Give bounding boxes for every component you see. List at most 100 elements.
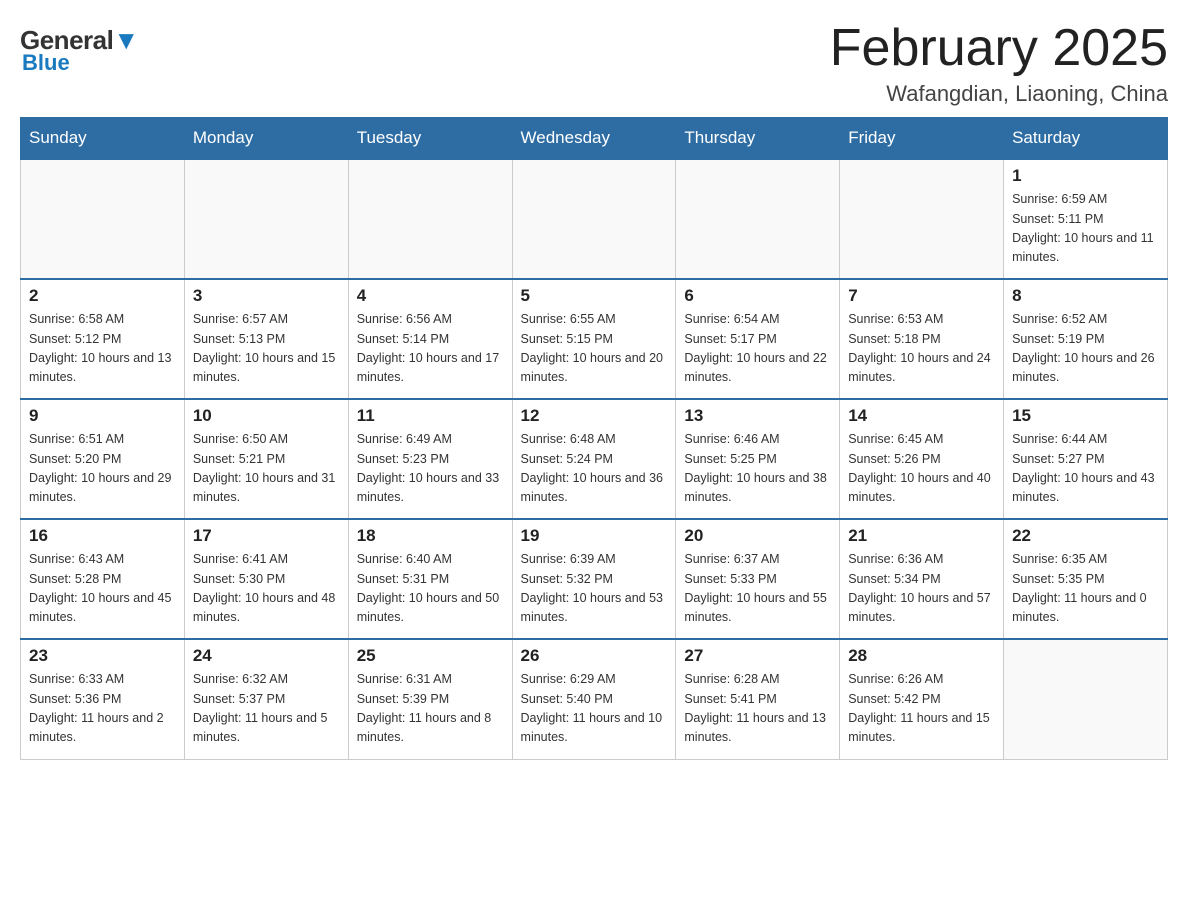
day-number-6: 6 [684, 286, 831, 306]
day-info-3: Sunrise: 6:57 AMSunset: 5:13 PMDaylight:… [193, 310, 340, 388]
day-number-18: 18 [357, 526, 504, 546]
calendar-cell-w2-d4: 13 Sunrise: 6:46 AMSunset: 5:25 PMDayligh… [676, 399, 840, 519]
day-number-4: 4 [357, 286, 504, 306]
day-info-23: Sunrise: 6:33 AMSunset: 5:36 PMDaylight:… [29, 670, 176, 748]
calendar-cell-w4-d4: 27 Sunrise: 6:28 AMSunset: 5:41 PMDayligh… [676, 639, 840, 759]
day-number-13: 13 [684, 406, 831, 426]
calendar-cell-w3-d3: 19 Sunrise: 6:39 AMSunset: 5:32 PMDayligh… [512, 519, 676, 639]
calendar-cell-w2-d6: 15Sunrise: 6:44 AMSunset: 5:27 PMDayligh… [1004, 399, 1168, 519]
day-info-5: Sunrise: 6:55 AMSunset: 5:15 PMDaylight:… [521, 310, 668, 388]
day-number-8: 8 [1012, 286, 1159, 306]
day-info-15: Sunrise: 6:44 AMSunset: 5:27 PMDaylight:… [1012, 430, 1159, 508]
calendar-cell-w4-d6 [1004, 639, 1168, 759]
col-wednesday: Wednesday [512, 118, 676, 160]
logo: General▼ Blue [20, 20, 139, 76]
day-number-9: 9 [29, 406, 176, 426]
col-tuesday: Tuesday [348, 118, 512, 160]
day-number-21: 21 [848, 526, 995, 546]
day-info-21: Sunrise: 6:36 AMSunset: 5:34 PMDaylight:… [848, 550, 995, 628]
day-info-2: Sunrise: 6:58 AMSunset: 5:12 PMDaylight:… [29, 310, 176, 388]
page-header: General▼ Blue February 2025 Wafangdian, … [20, 20, 1168, 107]
col-monday: Monday [184, 118, 348, 160]
day-info-18: Sunrise: 6:40 AMSunset: 5:31 PMDaylight:… [357, 550, 504, 628]
calendar-cell-w3-d6: 22 Sunrise: 6:35 AMSunset: 5:35 PMDayligh… [1004, 519, 1168, 639]
day-info-20: Sunrise: 6:37 AMSunset: 5:33 PMDaylight:… [684, 550, 831, 628]
day-info-16: Sunrise: 6:43 AMSunset: 5:28 PMDaylight:… [29, 550, 176, 628]
day-info-9: Sunrise: 6:51 AMSunset: 5:20 PMDaylight:… [29, 430, 176, 508]
logo-blue-text: Blue [22, 50, 70, 76]
day-number-1: 1 [1012, 166, 1159, 186]
calendar-cell-w1-d3: 5 Sunrise: 6:55 AMSunset: 5:15 PMDaylight… [512, 279, 676, 399]
day-info-17: Sunrise: 6:41 AMSunset: 5:30 PMDaylight:… [193, 550, 340, 628]
location-subtitle: Wafangdian, Liaoning, China [830, 81, 1168, 107]
calendar-cell-w1-d5: 7Sunrise: 6:53 AMSunset: 5:18 PMDaylight… [840, 279, 1004, 399]
day-number-27: 27 [684, 646, 831, 666]
col-thursday: Thursday [676, 118, 840, 160]
calendar-cell-w4-d3: 26Sunrise: 6:29 AMSunset: 5:40 PMDayligh… [512, 639, 676, 759]
week-row-0: 1 Sunrise: 6:59 AMSunset: 5:11 PMDaylight… [21, 159, 1168, 279]
calendar-cell-w4-d2: 25 Sunrise: 6:31 AMSunset: 5:39 PMDayligh… [348, 639, 512, 759]
day-number-19: 19 [521, 526, 668, 546]
calendar-cell-w3-d2: 18 Sunrise: 6:40 AMSunset: 5:31 PMDayligh… [348, 519, 512, 639]
month-year-title: February 2025 [830, 20, 1168, 77]
day-info-8: Sunrise: 6:52 AMSunset: 5:19 PMDaylight:… [1012, 310, 1159, 388]
col-saturday: Saturday [1004, 118, 1168, 160]
calendar-cell-w3-d4: 20 Sunrise: 6:37 AMSunset: 5:33 PMDayligh… [676, 519, 840, 639]
day-number-25: 25 [357, 646, 504, 666]
calendar-body: 1 Sunrise: 6:59 AMSunset: 5:11 PMDaylight… [21, 159, 1168, 759]
day-info-13: Sunrise: 6:46 AMSunset: 5:25 PMDaylight:… [684, 430, 831, 508]
day-number-3: 3 [193, 286, 340, 306]
day-number-23: 23 [29, 646, 176, 666]
day-info-27: Sunrise: 6:28 AMSunset: 5:41 PMDaylight:… [684, 670, 831, 748]
calendar-cell-w0-d0 [21, 159, 185, 279]
calendar-cell-w3-d1: 17 Sunrise: 6:41 AMSunset: 5:30 PMDayligh… [184, 519, 348, 639]
calendar-cell-w2-d5: 14Sunrise: 6:45 AMSunset: 5:26 PMDayligh… [840, 399, 1004, 519]
day-number-2: 2 [29, 286, 176, 306]
calendar-cell-w2-d3: 12Sunrise: 6:48 AMSunset: 5:24 PMDayligh… [512, 399, 676, 519]
calendar-cell-w3-d5: 21 Sunrise: 6:36 AMSunset: 5:34 PMDayligh… [840, 519, 1004, 639]
calendar-cell-w1-d0: 2 Sunrise: 6:58 AMSunset: 5:12 PMDaylight… [21, 279, 185, 399]
calendar-cell-w1-d2: 4Sunrise: 6:56 AMSunset: 5:14 PMDaylight… [348, 279, 512, 399]
calendar-cell-w0-d4 [676, 159, 840, 279]
week-row-3: 16 Sunrise: 6:43 AMSunset: 5:28 PMDayligh… [21, 519, 1168, 639]
day-info-6: Sunrise: 6:54 AMSunset: 5:17 PMDaylight:… [684, 310, 831, 388]
day-number-28: 28 [848, 646, 995, 666]
day-number-17: 17 [193, 526, 340, 546]
day-info-12: Sunrise: 6:48 AMSunset: 5:24 PMDaylight:… [521, 430, 668, 508]
calendar-cell-w3-d0: 16 Sunrise: 6:43 AMSunset: 5:28 PMDayligh… [21, 519, 185, 639]
day-number-20: 20 [684, 526, 831, 546]
day-number-24: 24 [193, 646, 340, 666]
calendar-cell-w2-d1: 10Sunrise: 6:50 AMSunset: 5:21 PMDayligh… [184, 399, 348, 519]
calendar-cell-w0-d3 [512, 159, 676, 279]
calendar-cell-w4-d5: 28 Sunrise: 6:26 AMSunset: 5:42 PMDayligh… [840, 639, 1004, 759]
day-number-5: 5 [521, 286, 668, 306]
day-info-25: Sunrise: 6:31 AMSunset: 5:39 PMDaylight:… [357, 670, 504, 748]
day-number-14: 14 [848, 406, 995, 426]
calendar-cell-w4-d0: 23 Sunrise: 6:33 AMSunset: 5:36 PMDayligh… [21, 639, 185, 759]
day-info-24: Sunrise: 6:32 AMSunset: 5:37 PMDaylight:… [193, 670, 340, 748]
calendar-header: Sunday Monday Tuesday Wednesday Thursday… [21, 118, 1168, 160]
day-info-22: Sunrise: 6:35 AMSunset: 5:35 PMDaylight:… [1012, 550, 1159, 628]
day-info-19: Sunrise: 6:39 AMSunset: 5:32 PMDaylight:… [521, 550, 668, 628]
week-row-1: 2 Sunrise: 6:58 AMSunset: 5:12 PMDaylight… [21, 279, 1168, 399]
calendar-cell-w0-d1 [184, 159, 348, 279]
calendar-cell-w0-d2 [348, 159, 512, 279]
day-info-28: Sunrise: 6:26 AMSunset: 5:42 PMDaylight:… [848, 670, 995, 748]
day-number-11: 11 [357, 406, 504, 426]
calendar-cell-w1-d1: 3 Sunrise: 6:57 AMSunset: 5:13 PMDaylight… [184, 279, 348, 399]
day-number-16: 16 [29, 526, 176, 546]
days-of-week-row: Sunday Monday Tuesday Wednesday Thursday… [21, 118, 1168, 160]
calendar-cell-w2-d0: 9 Sunrise: 6:51 AMSunset: 5:20 PMDaylight… [21, 399, 185, 519]
calendar-cell-w1-d4: 6 Sunrise: 6:54 AMSunset: 5:17 PMDaylight… [676, 279, 840, 399]
day-info-11: Sunrise: 6:49 AMSunset: 5:23 PMDaylight:… [357, 430, 504, 508]
day-number-26: 26 [521, 646, 668, 666]
day-number-22: 22 [1012, 526, 1159, 546]
day-info-7: Sunrise: 6:53 AMSunset: 5:18 PMDaylight:… [848, 310, 995, 388]
day-info-1: Sunrise: 6:59 AMSunset: 5:11 PMDaylight:… [1012, 190, 1159, 268]
calendar-cell-w0-d6: 1 Sunrise: 6:59 AMSunset: 5:11 PMDaylight… [1004, 159, 1168, 279]
col-sunday: Sunday [21, 118, 185, 160]
calendar-cell-w4-d1: 24 Sunrise: 6:32 AMSunset: 5:37 PMDayligh… [184, 639, 348, 759]
calendar-table: Sunday Monday Tuesday Wednesday Thursday… [20, 117, 1168, 760]
logo-triangle-icon: ▼ [113, 25, 138, 55]
col-friday: Friday [840, 118, 1004, 160]
